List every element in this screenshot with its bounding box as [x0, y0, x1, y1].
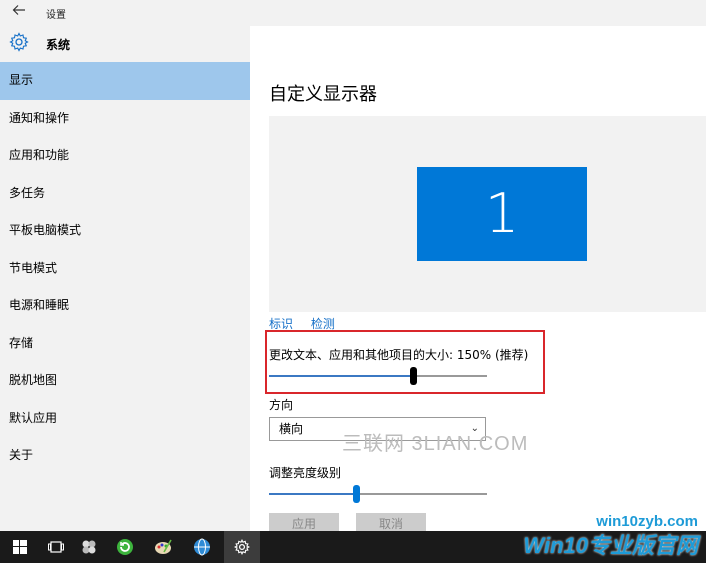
brightness-slider-fill — [269, 493, 355, 495]
sidebar-item-power-sleep[interactable]: 电源和睡眠 — [0, 287, 250, 325]
sidebar-item-battery-saver[interactable]: 节电模式 — [0, 250, 250, 288]
title-bar: 设置 — [0, 0, 706, 26]
windows-start-icon[interactable] — [8, 535, 32, 559]
sidebar-item-notifications[interactable]: 通知和操作 — [0, 100, 250, 138]
sidebar-item-tablet-mode[interactable]: 平板电脑模式 — [0, 212, 250, 250]
sidebar-header: 系统 — [0, 26, 250, 62]
settings-gear-icon[interactable] — [230, 535, 254, 559]
main-content: 自定义显示器 1 标识 检测 更改文本、应用和其他项目的大小: 150% (推荐… — [250, 62, 706, 533]
brightness-slider-track — [358, 493, 487, 495]
apply-button[interactable]: 应用 — [269, 513, 339, 533]
green-refresh-browser-icon[interactable] — [113, 535, 137, 559]
page-title: 自定义显示器 — [269, 84, 377, 105]
scale-slider-thumb[interactable] — [410, 367, 417, 385]
sidebar-item-about[interactable]: 关于 — [0, 437, 250, 475]
site-branding: win10zyb.com Win10专业版官网 — [523, 513, 698, 560]
brightness-slider-thumb[interactable] — [353, 485, 360, 503]
watermark: 三联网 3LIAN.COM — [342, 433, 529, 455]
brand-name: Win10专业版官网 — [523, 533, 698, 558]
display-preview: 1 — [269, 116, 706, 312]
pinwheel-app-icon[interactable] — [77, 535, 101, 559]
gear-icon — [9, 32, 29, 52]
section-title: 系统 — [46, 38, 71, 52]
sidebar-item-display[interactable]: 显示 — [0, 62, 250, 100]
sidebar-item-apps-features[interactable]: 应用和功能 — [0, 137, 250, 175]
taskbar: win10zyb.com Win10专业版官网 — [0, 513, 706, 563]
sidebar-item-offline-maps[interactable]: 脱机地图 — [0, 362, 250, 400]
arrow-left-icon — [12, 5, 25, 15]
sidebar-item-multitasking[interactable]: 多任务 — [0, 175, 250, 213]
brightness-label: 调整亮度级别 — [269, 466, 342, 480]
cancel-button[interactable]: 取消 — [356, 513, 426, 533]
scale-label: 更改文本、应用和其他项目的大小: 150% (推荐) — [269, 348, 529, 362]
sidebar-item-storage[interactable]: 存储 — [0, 325, 250, 363]
scale-slider-fill — [269, 375, 412, 377]
orientation-value: 横向 — [279, 422, 304, 436]
sidebar-item-default-apps[interactable]: 默认应用 — [0, 400, 250, 438]
detect-link[interactable]: 检测 — [311, 317, 335, 331]
task-view-icon[interactable] — [44, 535, 68, 559]
globe-shield-icon[interactable] — [190, 535, 214, 559]
window-title: 设置 — [46, 10, 66, 21]
orientation-label: 方向 — [269, 398, 294, 412]
scale-slider-track — [415, 375, 487, 377]
monitor-tile[interactable]: 1 — [417, 167, 587, 261]
back-button[interactable] — [10, 3, 28, 21]
sidebar: 系统 显示 通知和操作 应用和功能 多任务 平板电脑模式 节电模式 电源和睡眠 … — [0, 26, 250, 531]
identify-link[interactable]: 标识 — [269, 317, 293, 331]
paint-palette-icon[interactable] — [151, 535, 175, 559]
sidebar-nav: 显示 通知和操作 应用和功能 多任务 平板电脑模式 节电模式 电源和睡眠 存储 … — [0, 62, 250, 475]
